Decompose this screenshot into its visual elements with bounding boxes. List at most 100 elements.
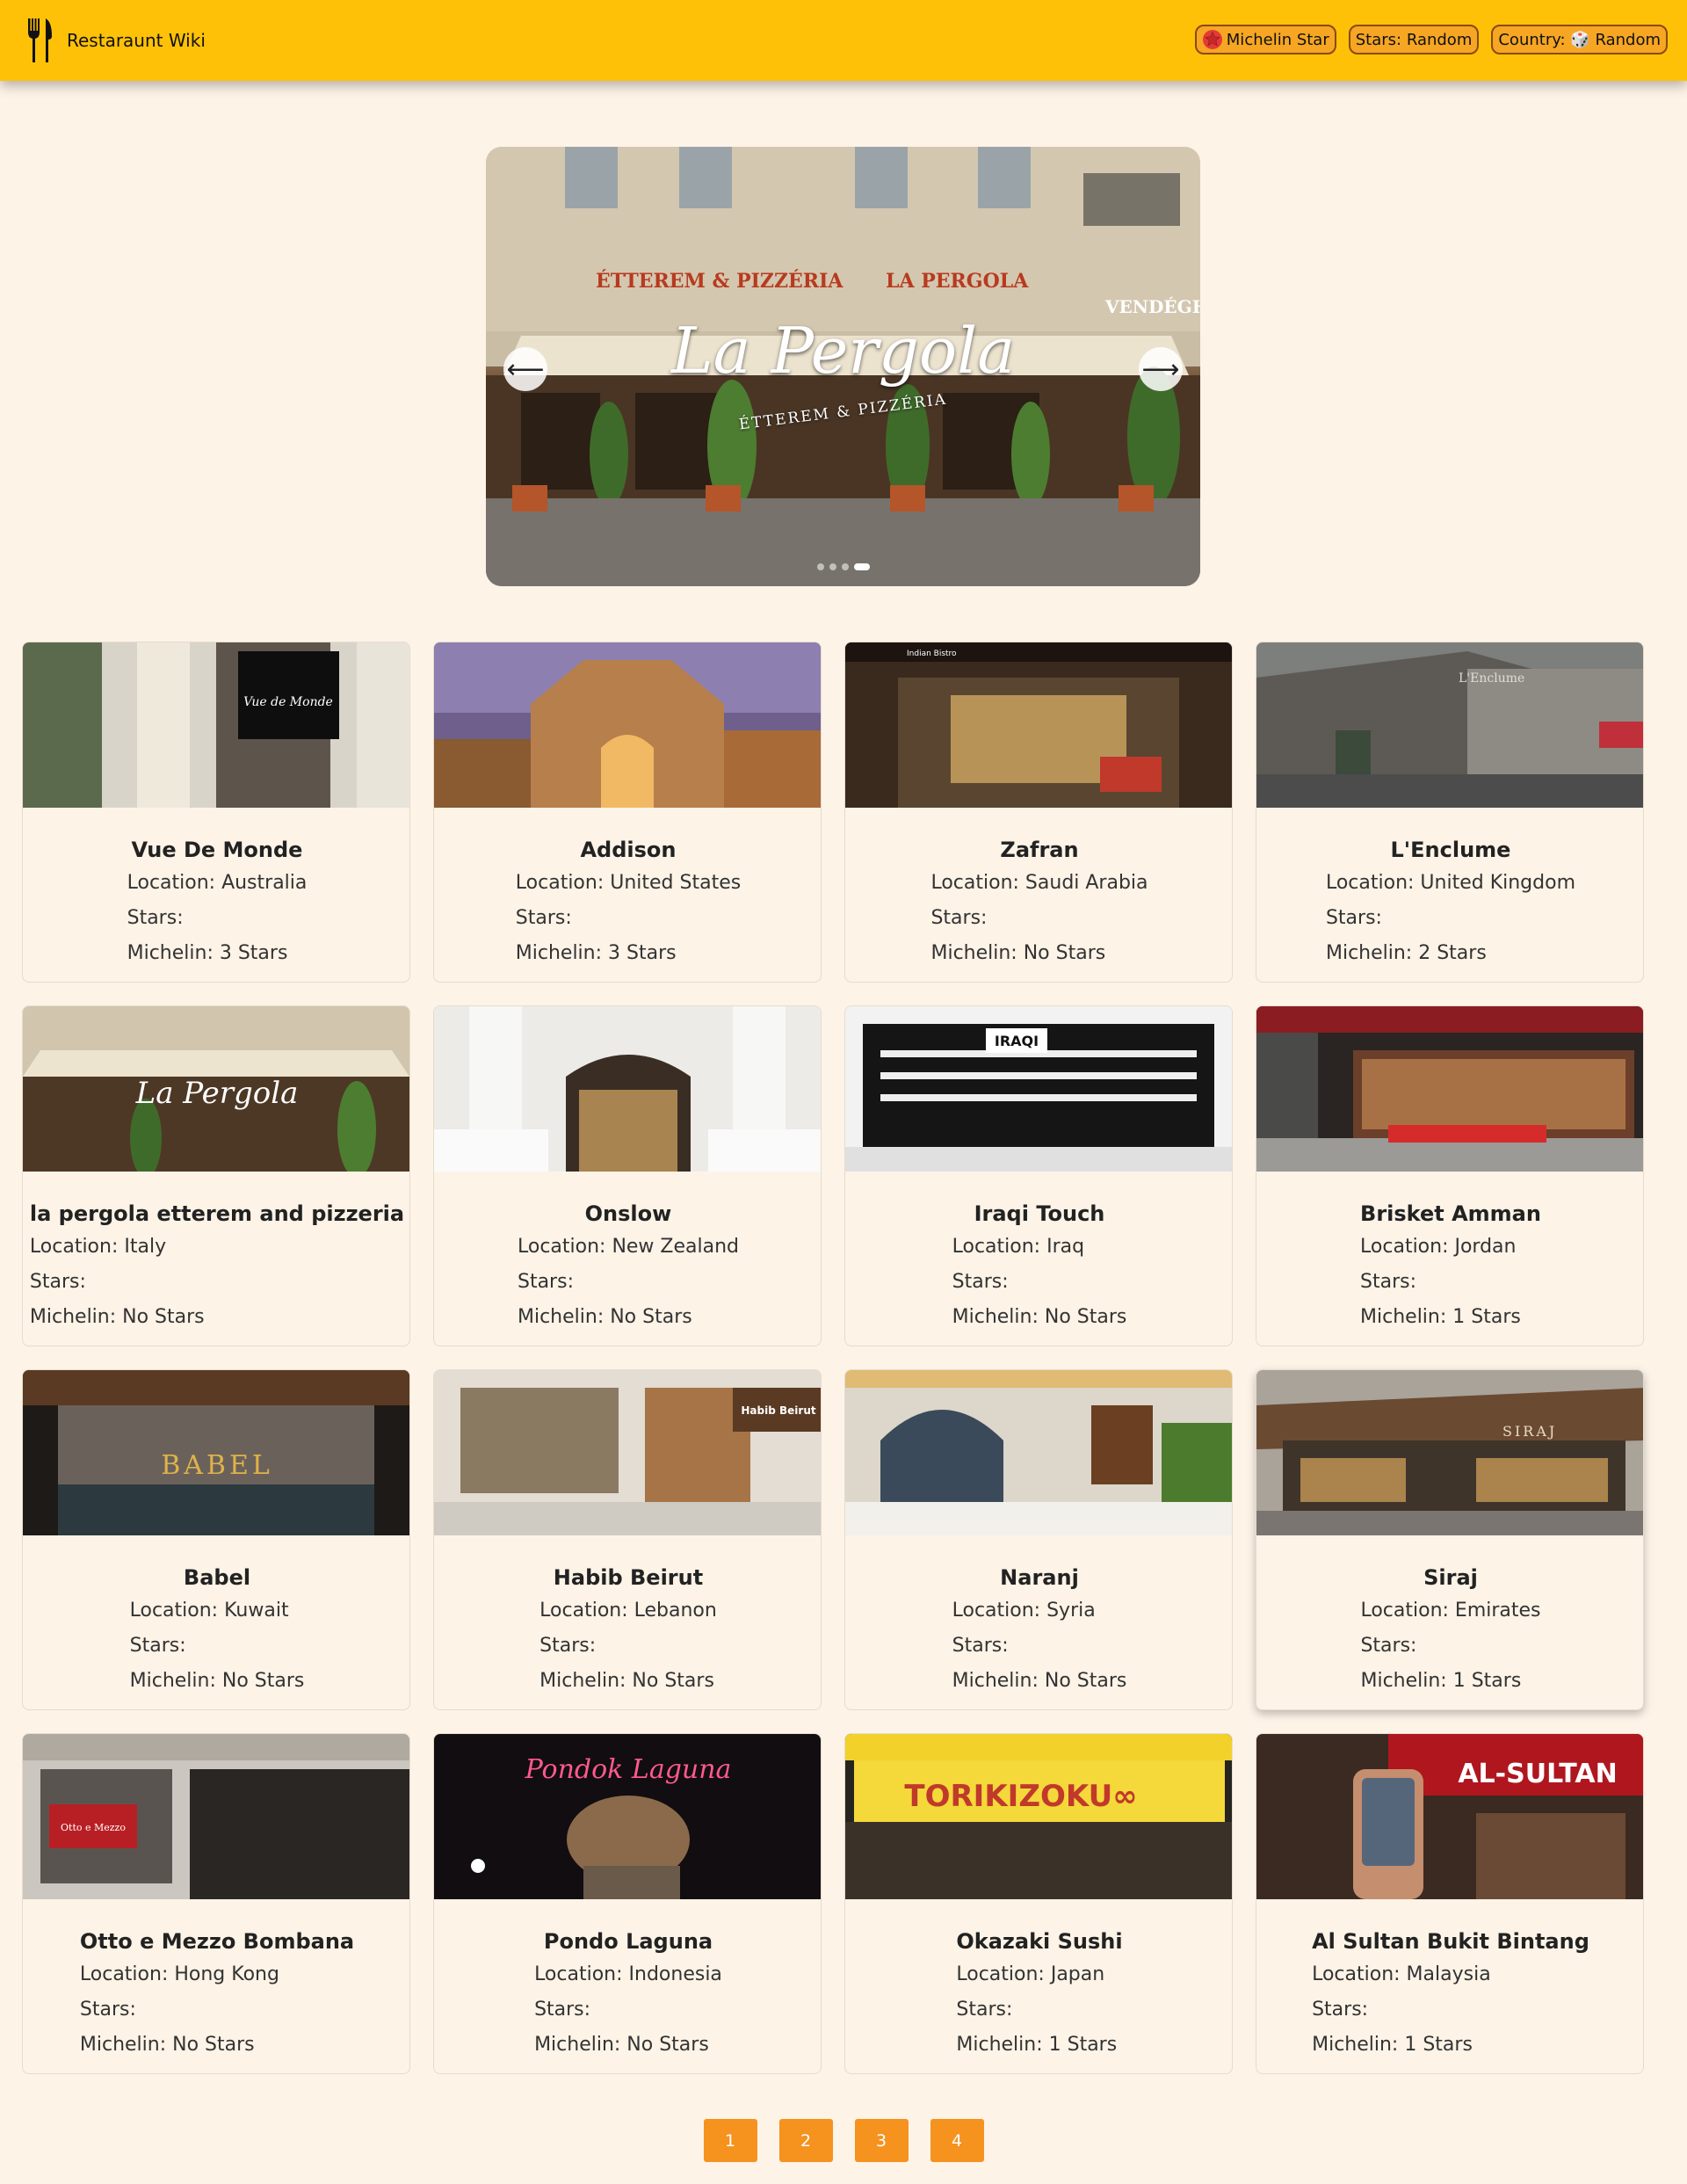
restaurant-location: Location: Kuwait [129,1600,289,1622]
restaurant-card[interactable]: Indian Bistro Zafran Location: Saudi Ara… [844,642,1233,983]
restaurant-card[interactable]: L'Enclume L'Enclume Location: United Kin… [1256,642,1644,983]
carousel-sign-left: ÉTTEREM & PIZZÉRIA [596,270,844,293]
restaurant-name: Al Sultan Bukit Bintang [1312,1929,1589,1954]
restaurant-stars: Stars: [127,907,184,929]
restaurant-michelin: Michelin: 1 Stars [1360,1670,1522,1692]
carousel-indicators [486,563,1200,570]
restaurant-location: Location: Hong Kong [79,1963,279,1985]
restaurant-michelin: Michelin: No Stars [952,1306,1127,1328]
restaurant-image-sign: Habib Beirut [741,1404,815,1417]
country-random-label: Country: 🎲 Random [1498,30,1661,49]
restaurant-stars: Stars: [930,907,988,929]
pagination: 1 2 3 4 [0,2119,1687,2162]
restaurant-stars: Stars: [515,907,572,929]
restaurant-image: La Pergola [23,1006,409,1172]
restaurant-image: Vue de Monde [23,642,409,808]
restaurant-image: SIRAJ [1256,1370,1643,1535]
brand[interactable]: Restaraunt Wiki [25,15,206,66]
restaurant-card[interactable]: SIRAJ Siraj Location: Emirates Stars: Mi… [1256,1369,1644,1710]
restaurant-card[interactable]: AL-SULTAN Al Sultan Bukit Bintang Locati… [1256,1733,1644,2074]
restaurant-image: L'Enclume [1256,642,1643,808]
carousel-dot[interactable] [841,563,849,570]
restaurant-image: Otto e Mezzo [23,1734,409,1899]
page-button-3[interactable]: 3 [854,2119,909,2162]
restaurant-stars: Stars: [1360,1635,1417,1657]
restaurant-michelin: Michelin: No Stars [129,1670,305,1692]
restaurant-stars: Stars: [517,1271,574,1293]
carousel-next-arrow-icon[interactable]: ⟶ [1139,347,1183,391]
restaurant-location: Location: Lebanon [539,1600,717,1622]
restaurant-name: Otto e Mezzo Bombana [79,1929,355,1954]
page-button-2[interactable]: 2 [778,2119,833,2162]
carousel-prev-arrow-icon[interactable]: ⟵ [503,347,547,391]
image-carousel: ÉTTEREM & PIZZÉRIA LA PERGOLA VENDÉGHÁZ … [486,147,1200,586]
restaurant-image-sign: Indian Bistro [907,649,957,658]
restaurant-michelin: Michelin: 3 Stars [515,942,677,964]
restaurant-name: Babel [183,1565,251,1590]
restaurant-location: Location: Jordan [1360,1236,1517,1258]
restaurant-card[interactable]: Addison Location: United States Stars: M… [433,642,822,983]
restaurant-image-sign: AL-SULTAN [1458,1759,1617,1789]
restaurant-card[interactable]: Brisket Amman Location: Jordan Stars: Mi… [1256,1005,1644,1346]
restaurant-image-sign: La Pergola [135,1076,299,1111]
brand-title: Restaraunt Wiki [67,30,206,51]
carousel-dot[interactable] [816,563,824,570]
restaurant-location: Location: Australia [127,872,308,894]
restaurant-card[interactable]: Habib Beirut Habib Beirut Location: Leba… [433,1369,822,1710]
restaurant-image [1256,1006,1643,1172]
restaurant-michelin: Michelin: No Stars [29,1306,205,1328]
restaurant-location: Location: United States [515,872,742,894]
restaurant-image [434,1006,821,1172]
restaurant-stars: Stars: [129,1635,186,1657]
restaurant-name: Habib Beirut [553,1565,704,1590]
star-icon [1202,30,1222,49]
restaurant-card[interactable]: Naranj Location: Syria Stars: Michelin: … [844,1369,1233,1710]
restaurant-name: Siraj [1423,1565,1478,1590]
restaurant-michelin: Michelin: No Stars [517,1306,692,1328]
restaurant-image: IRAQI [845,1006,1232,1172]
navbar: Restaraunt Wiki Michelin Star Stars: Ran… [0,0,1687,81]
restaurant-name: Brisket Amman [1360,1201,1541,1226]
restaurant-michelin: Michelin: No Stars [930,942,1106,964]
restaurant-location: Location: Italy [29,1236,167,1258]
restaurant-card[interactable]: BABEL Babel Location: Kuwait Stars: Mich… [22,1369,410,1710]
restaurant-image-sign: IRAQI [995,1033,1039,1049]
restaurant-card[interactable]: Otto e Mezzo Otto e Mezzo Bombana Locati… [22,1733,410,2074]
restaurant-michelin: Michelin: No Stars [952,1670,1127,1692]
restaurant-image: AL-SULTAN [1256,1734,1643,1899]
restaurant-name: Onslow [584,1201,672,1226]
restaurant-location: Location: Syria [952,1600,1096,1622]
restaurant-stars: Stars: [1312,1999,1369,2021]
carousel-dot-active[interactable] [853,563,870,570]
restaurant-image-sign: L'Enclume [1459,671,1524,686]
restaurant-michelin: Michelin: 1 Stars [956,2034,1118,2056]
restaurant-stars: Stars: [29,1271,86,1293]
restaurant-name: Vue De Monde [131,838,303,862]
michelin-star-button[interactable]: Michelin Star [1194,25,1336,54]
restaurant-image: Habib Beirut [434,1370,821,1535]
restaurant-stars: Stars: [1325,907,1382,929]
restaurant-card[interactable]: Vue de Monde Vue De Monde Location: Aust… [22,642,410,983]
restaurant-stars: Stars: [956,1999,1013,2021]
restaurant-card[interactable]: IRAQI Iraqi Touch Location: Iraq Stars: … [844,1005,1233,1346]
restaurant-image: Indian Bistro [845,642,1232,808]
restaurant-location: Location: New Zealand [517,1236,740,1258]
page-button-1[interactable]: 1 [703,2119,757,2162]
restaurant-name: Pondo Laguna [543,1929,713,1954]
restaurant-card[interactable]: Pondok Laguna Pondo Laguna Location: Ind… [433,1733,822,2074]
restaurant-image-sign: Pondok Laguna [525,1754,732,1785]
restaurant-card[interactable]: TORIKIZOKU∞ Okazaki Sushi Location: Japa… [844,1733,1233,2074]
restaurant-michelin: Michelin: 3 Stars [127,942,288,964]
country-random-button[interactable]: Country: 🎲 Random [1491,25,1668,54]
restaurant-stars: Stars: [952,1271,1009,1293]
carousel-dot[interactable] [829,563,836,570]
restaurant-card[interactable]: La Pergola la pergola etterem and pizzer… [22,1005,410,1346]
page-button-4[interactable]: 4 [930,2119,984,2162]
restaurant-location: Location: Emirates [1360,1600,1541,1622]
stars-random-button[interactable]: Stars: Random [1348,25,1480,54]
stars-random-label: Stars: Random [1355,30,1473,49]
restaurant-card[interactable]: Onslow Location: New Zealand Stars: Mich… [433,1005,822,1346]
restaurant-name: Okazaki Sushi [956,1929,1123,1954]
restaurant-image-sign: TORIKIZOKU∞ [904,1779,1137,1814]
restaurant-location: Location: Japan [956,1963,1105,1985]
